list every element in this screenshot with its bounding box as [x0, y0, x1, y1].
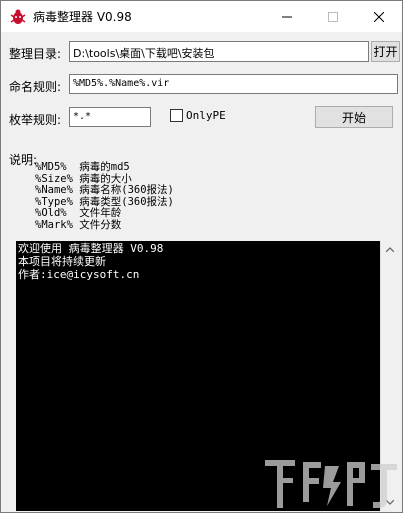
maximize-icon — [328, 11, 338, 22]
maximize-button[interactable] — [310, 1, 356, 32]
window-title: 病毒整理器 V0.98 — [33, 10, 132, 24]
close-icon — [374, 11, 384, 22]
start-button[interactable]: 开始 — [315, 106, 393, 128]
minimize-button[interactable] — [264, 1, 310, 32]
close-button[interactable] — [356, 1, 402, 32]
enum-label: 枚举规则: — [9, 113, 62, 127]
naming-label: 命名规则: — [9, 80, 62, 94]
dir-input[interactable]: D:\tools\桌面\下载吧\安装包 — [69, 41, 369, 62]
scroll-up-button[interactable] — [381, 241, 398, 258]
chevron-up-icon — [385, 247, 394, 252]
open-button[interactable]: 打开 — [371, 41, 400, 62]
console-line: 欢迎使用 病毒整理器 V0.98 — [18, 242, 164, 255]
enum-input[interactable]: *.* — [69, 107, 151, 127]
main-window: 病毒整理器 V0.98 整理目录: D:\tools\桌面\下载吧\安装包 打开… — [0, 0, 403, 513]
dir-label: 整理目录: — [9, 47, 62, 61]
onlype-label[interactable]: OnlyPE — [186, 109, 226, 122]
title-bar[interactable]: 病毒整理器 V0.98 — [1, 1, 402, 32]
console-line: 作者:ice@icysoft.cn — [18, 268, 140, 281]
console-line: 本项目将持续更新 — [18, 255, 106, 268]
description-list: %MD5% 病毒的md5 %Size% 病毒的大小 %Name% 病毒名称(36… — [35, 161, 174, 232]
naming-input[interactable]: %MD5%.%Name%.vir — [69, 74, 398, 94]
minimize-icon — [282, 16, 292, 17]
watermark-logo — [265, 460, 397, 508]
onlype-checkbox[interactable] — [170, 109, 183, 122]
description-item: %Mark% 文件分数 — [35, 218, 122, 231]
bug-icon — [10, 9, 26, 24]
description-title: 说明: — [9, 153, 38, 167]
description-item: %MD5% 病毒的md5 — [35, 161, 130, 173]
